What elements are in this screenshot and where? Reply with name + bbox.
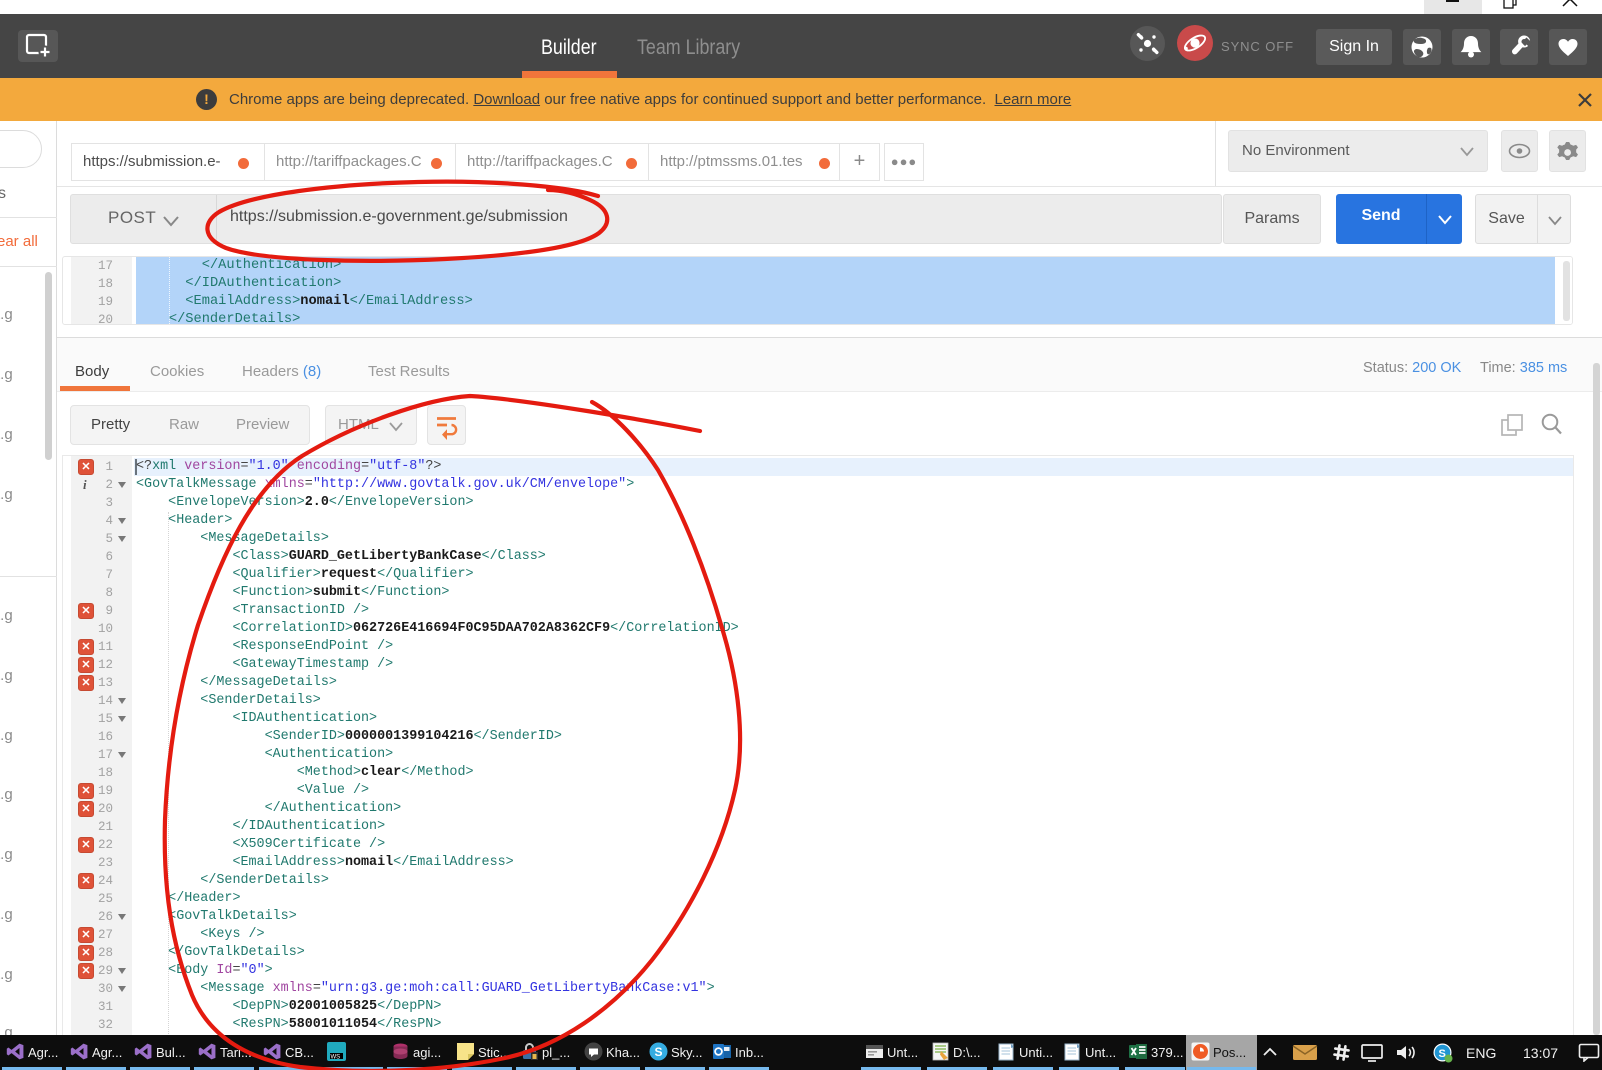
svg-text:S: S [655, 1045, 663, 1059]
svg-text:WS: WS [331, 1055, 341, 1061]
